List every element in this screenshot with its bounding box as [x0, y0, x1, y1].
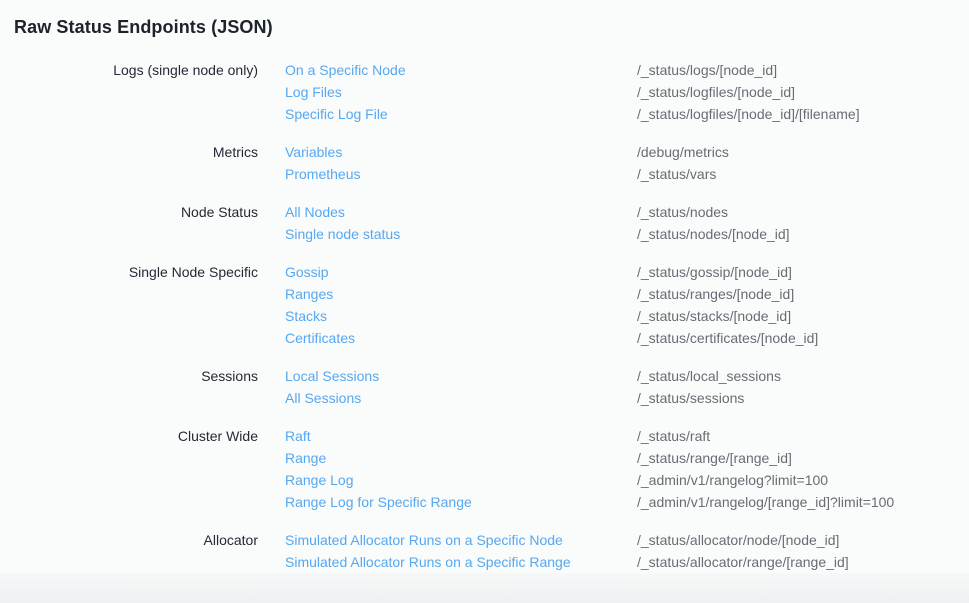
endpoint-groups: Logs (single node only) On a Specific No… [0, 59, 969, 573]
endpoint-path: /_status/nodes/[node_id] [637, 223, 790, 245]
group-category: Allocator [0, 529, 258, 551]
endpoint-link[interactable]: Range [285, 447, 637, 469]
endpoint-row: All Nodes /_status/nodes [285, 201, 969, 223]
endpoint-link[interactable]: Certificates [285, 327, 637, 349]
endpoint-group: Metrics Variables /debug/metrics Prometh… [0, 141, 969, 185]
group-entries: Variables /debug/metrics Prometheus /_st… [285, 141, 969, 185]
group-entries: All Nodes /_status/nodes Single node sta… [285, 201, 969, 245]
endpoint-row: Variables /debug/metrics [285, 141, 969, 163]
endpoint-row: Raft /_status/raft [285, 425, 969, 447]
endpoint-path: /_admin/v1/rangelog/[range_id]?limit=100 [637, 491, 894, 513]
endpoint-path: /_status/gossip/[node_id] [637, 261, 792, 283]
endpoint-link[interactable]: Single node status [285, 223, 637, 245]
endpoint-link[interactable]: All Nodes [285, 201, 637, 223]
endpoint-path: /_status/allocator/node/[node_id] [637, 529, 839, 551]
group-category: Single Node Specific [0, 261, 258, 283]
endpoint-link[interactable]: All Sessions [285, 387, 637, 409]
endpoint-row: Simulated Allocator Runs on a Specific N… [285, 529, 969, 551]
endpoint-path: /_status/allocator/range/[range_id] [637, 551, 849, 573]
endpoint-group: Logs (single node only) On a Specific No… [0, 59, 969, 125]
endpoint-row: Certificates /_status/certificates/[node… [285, 327, 969, 349]
endpoint-link[interactable]: Stacks [285, 305, 637, 327]
endpoint-row: Range Log /_admin/v1/rangelog?limit=100 [285, 469, 969, 491]
endpoint-path: /_status/nodes [637, 201, 728, 223]
endpoint-row: Stacks /_status/stacks/[node_id] [285, 305, 969, 327]
page-title: Raw Status Endpoints (JSON) [14, 15, 969, 39]
group-entries: Raft /_status/raft Range /_status/range/… [285, 425, 969, 513]
page-bottom-gutter [0, 573, 969, 603]
endpoint-row: Single node status /_status/nodes/[node_… [285, 223, 969, 245]
endpoint-path: /_status/vars [637, 163, 716, 185]
endpoint-path: /_status/ranges/[node_id] [637, 283, 794, 305]
endpoint-path: /_status/certificates/[node_id] [637, 327, 818, 349]
endpoint-group: Node Status All Nodes /_status/nodes Sin… [0, 201, 969, 245]
endpoint-link[interactable]: Ranges [285, 283, 637, 305]
endpoint-row: All Sessions /_status/sessions [285, 387, 969, 409]
endpoint-path: /_status/logs/[node_id] [637, 59, 777, 81]
endpoint-row: On a Specific Node /_status/logs/[node_i… [285, 59, 969, 81]
endpoint-group: Cluster Wide Raft /_status/raft Range /_… [0, 425, 969, 513]
group-entries: Simulated Allocator Runs on a Specific N… [285, 529, 969, 573]
endpoint-link[interactable]: Range Log [285, 469, 637, 491]
endpoint-link[interactable]: Variables [285, 141, 637, 163]
endpoint-link[interactable]: Range Log for Specific Range [285, 491, 637, 513]
group-category: Node Status [0, 201, 258, 223]
endpoint-path: /_status/logfiles/[node_id]/[filename] [637, 103, 860, 125]
endpoint-path: /_admin/v1/rangelog?limit=100 [637, 469, 828, 491]
endpoint-link[interactable]: Raft [285, 425, 637, 447]
endpoint-link[interactable]: Prometheus [285, 163, 637, 185]
endpoint-path: /_status/stacks/[node_id] [637, 305, 791, 327]
endpoint-link[interactable]: Simulated Allocator Runs on a Specific R… [285, 551, 637, 573]
endpoint-row: Ranges /_status/ranges/[node_id] [285, 283, 969, 305]
endpoint-group: Sessions Local Sessions /_status/local_s… [0, 365, 969, 409]
group-category: Metrics [0, 141, 258, 163]
endpoint-path: /_status/local_sessions [637, 365, 781, 387]
endpoint-link[interactable]: Local Sessions [285, 365, 637, 387]
endpoint-row: Simulated Allocator Runs on a Specific R… [285, 551, 969, 573]
endpoint-link[interactable]: Specific Log File [285, 103, 637, 125]
endpoint-group: Allocator Simulated Allocator Runs on a … [0, 529, 969, 573]
endpoint-row: Prometheus /_status/vars [285, 163, 969, 185]
endpoint-link[interactable]: Log Files [285, 81, 637, 103]
endpoint-row: Specific Log File /_status/logfiles/[nod… [285, 103, 969, 125]
group-entries: Local Sessions /_status/local_sessions A… [285, 365, 969, 409]
group-category: Cluster Wide [0, 425, 258, 447]
endpoint-path: /_status/logfiles/[node_id] [637, 81, 795, 103]
group-category: Sessions [0, 365, 258, 387]
endpoint-row: Local Sessions /_status/local_sessions [285, 365, 969, 387]
raw-status-endpoints-page: Raw Status Endpoints (JSON) Logs (single… [0, 0, 969, 603]
endpoint-link[interactable]: Simulated Allocator Runs on a Specific N… [285, 529, 637, 551]
endpoint-row: Range /_status/range/[range_id] [285, 447, 969, 469]
endpoint-link[interactable]: Gossip [285, 261, 637, 283]
endpoint-group: Single Node Specific Gossip /_status/gos… [0, 261, 969, 349]
group-entries: On a Specific Node /_status/logs/[node_i… [285, 59, 969, 125]
endpoint-row: Log Files /_status/logfiles/[node_id] [285, 81, 969, 103]
endpoint-link[interactable]: On a Specific Node [285, 59, 637, 81]
group-entries: Gossip /_status/gossip/[node_id] Ranges … [285, 261, 969, 349]
group-category: Logs (single node only) [0, 59, 258, 81]
endpoint-row: Range Log for Specific Range /_admin/v1/… [285, 491, 969, 513]
endpoint-path: /_status/sessions [637, 387, 744, 409]
endpoint-path: /_status/range/[range_id] [637, 447, 792, 469]
endpoint-row: Gossip /_status/gossip/[node_id] [285, 261, 969, 283]
endpoint-path: /_status/raft [637, 425, 710, 447]
endpoint-path: /debug/metrics [637, 141, 729, 163]
